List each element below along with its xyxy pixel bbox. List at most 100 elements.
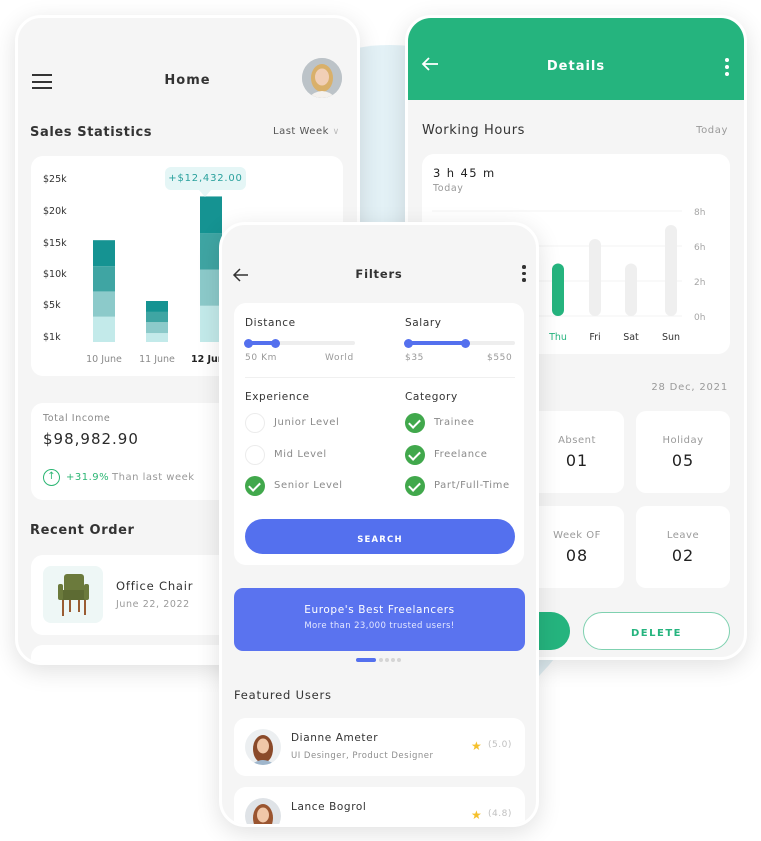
stat-value: 01 <box>565 451 589 470</box>
carousel-dot[interactable] <box>379 658 383 662</box>
more-vertical-icon[interactable] <box>522 265 526 282</box>
option-label: Freelance <box>434 449 488 460</box>
distance-label: Distance <box>245 317 296 329</box>
checkbox-unchecked[interactable] <box>245 445 265 465</box>
period-select[interactable]: Last Week ∨ <box>273 126 340 137</box>
stat-value: 02 <box>671 546 695 565</box>
stat-label: Leave <box>666 530 700 541</box>
y-tick-label: $25k <box>43 174 67 185</box>
featured-users-title: Featured Users <box>234 688 332 702</box>
star-icon: ★ <box>471 739 482 753</box>
stat-label: Week OF <box>553 530 601 541</box>
avatar-portrait-icon <box>251 735 275 765</box>
checkbox-unchecked[interactable] <box>245 413 265 433</box>
y-tick-label: 0h <box>694 313 705 323</box>
promo-banner[interactable]: Europe's Best Freelancers More than 23,0… <box>234 588 525 651</box>
carousel-dot[interactable] <box>397 658 401 662</box>
salary-max-label: $550 <box>487 353 513 363</box>
salary-slider[interactable] <box>404 338 515 348</box>
user-name: Lance Bogrol <box>291 801 367 813</box>
checkbox-checked-icon[interactable] <box>405 445 425 465</box>
stat-card-week-off: Week OF 08 <box>530 506 624 588</box>
y-tick-label: $1k <box>43 332 61 343</box>
hour-bar <box>552 263 564 316</box>
bar-segment <box>93 266 115 292</box>
delete-button[interactable]: DELETE <box>583 612 730 650</box>
bar-segment <box>93 240 115 267</box>
distance-min-label: 50 Km <box>245 353 277 363</box>
stat-label: Holiday <box>662 435 704 446</box>
user-rating: (4.8) <box>488 809 512 819</box>
carousel-dot[interactable] <box>391 658 395 662</box>
distance-slider-min-handle[interactable] <box>244 338 253 348</box>
salary-slider-fill <box>405 341 466 345</box>
user-card[interactable]: Dianne Ameter UI Desinger, Product Desig… <box>234 718 525 776</box>
more-vertical-icon[interactable] <box>725 58 729 76</box>
option-label: Trainee <box>434 417 475 428</box>
filters-title: Filters <box>355 267 403 281</box>
salary-slider-max-handle[interactable] <box>460 338 470 348</box>
checkbox-checked-icon[interactable] <box>405 476 425 496</box>
stat-card-absent: Absent 01 <box>530 411 624 493</box>
hour-bar <box>589 239 601 316</box>
stat-card-holiday: Holiday 05 <box>636 411 730 493</box>
user-avatar <box>245 729 281 765</box>
avatar-portrait-icon <box>253 804 273 824</box>
option-label: Junior Level <box>274 417 340 428</box>
distance-slider-max-handle[interactable] <box>270 338 280 348</box>
salary-slider-min-handle[interactable] <box>404 338 413 348</box>
bar-segment <box>146 311 168 323</box>
x-tick-label: Thu <box>548 332 567 343</box>
total-income-label: Total Income <box>43 413 111 424</box>
user-name: Dianne Ameter <box>291 732 379 744</box>
user-avatar[interactable] <box>302 58 342 98</box>
user-card[interactable]: Lance Bogrol ★ (4.8) <box>234 787 525 824</box>
stat-card-leave: Leave 02 <box>636 506 730 588</box>
distance-slider[interactable] <box>244 338 355 348</box>
y-tick-label: $20k <box>43 206 67 217</box>
working-hours-title: Working Hours <box>422 123 526 138</box>
stat-value: 05 <box>671 451 695 470</box>
x-tick-label: 10 June <box>86 354 122 365</box>
bar-segment <box>93 316 115 342</box>
carousel-dot-active[interactable] <box>356 658 376 662</box>
y-tick-label: $15k <box>43 238 67 249</box>
recent-order-title: Recent Order <box>30 523 135 538</box>
total-income-value: $98,982.90 <box>43 430 139 448</box>
bar-segment <box>93 291 115 317</box>
sales-statistics-title: Sales Statistics <box>30 125 153 140</box>
y-tick-label: 8h <box>694 208 705 218</box>
bar-segment <box>200 196 222 234</box>
avatar-portrait-icon <box>302 58 342 98</box>
filters-screen: Filters Distance 50 Km World Salary $35 … <box>219 222 539 827</box>
filters-card: Distance 50 Km World Salary $35 $550 Exp… <box>234 303 524 565</box>
salary-min-label: $35 <box>405 353 424 363</box>
hour-bar <box>625 263 637 316</box>
checkbox-checked-icon[interactable] <box>245 476 265 496</box>
trend-up-icon: ↑ <box>43 469 60 486</box>
carousel-indicator[interactable] <box>356 658 406 663</box>
divider <box>245 377 515 378</box>
order-name: Office Chair <box>116 579 194 593</box>
income-change: +31.9% <box>66 472 110 483</box>
option-label: Part/Full-Time <box>434 480 510 491</box>
delete-label: DELETE <box>631 628 682 639</box>
category-label: Category <box>405 391 458 403</box>
x-tick-label: Fri <box>589 332 600 343</box>
user-role: UI Desinger, Product Designer <box>291 751 434 761</box>
search-label: SEARCH <box>357 535 403 545</box>
distance-max-label: World <box>325 353 354 363</box>
details-title: Details <box>546 59 606 74</box>
y-tick-label: 6h <box>694 243 705 253</box>
tooltip-value: +$12,432.00 <box>168 173 243 184</box>
checkbox-checked-icon[interactable] <box>405 413 425 433</box>
bar-segment <box>146 301 168 312</box>
carousel-dot[interactable] <box>385 658 389 662</box>
bar-segment <box>146 333 168 342</box>
bar-segment <box>146 322 168 334</box>
period-select-value: Last Week <box>273 126 329 137</box>
search-button[interactable]: SEARCH <box>245 519 515 554</box>
salary-label: Salary <box>405 317 442 329</box>
hour-bar <box>665 225 677 316</box>
x-tick-label: 11 June <box>139 354 175 365</box>
